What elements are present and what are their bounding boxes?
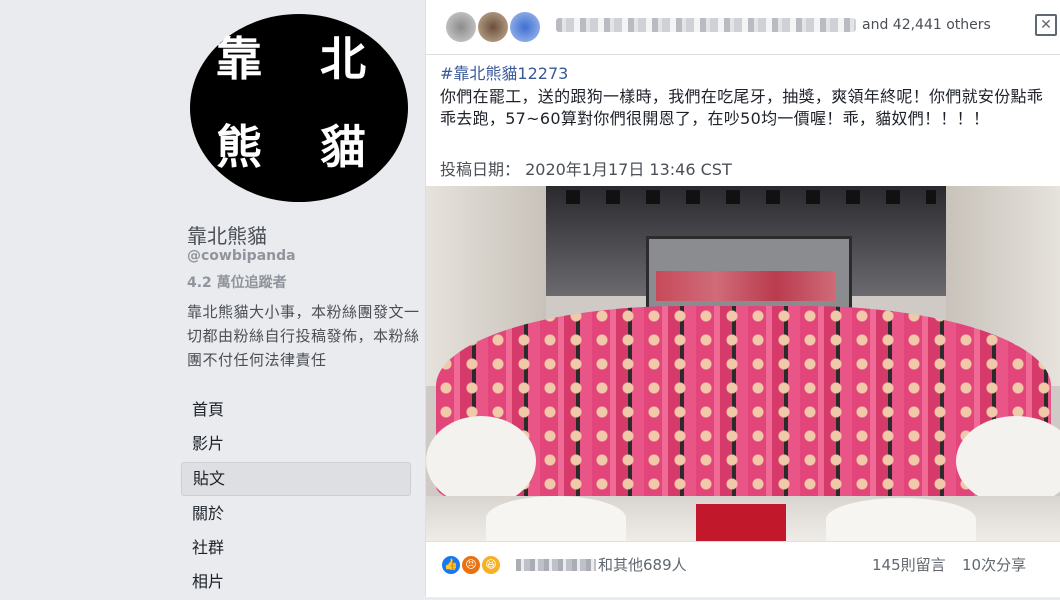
nav-item-photos[interactable]: 相片 — [181, 566, 411, 598]
follower-count: 4.2 萬位追蹤者 — [187, 275, 287, 291]
nav-item-community[interactable]: 社群 — [181, 532, 411, 564]
likers-others[interactable]: and 42,441 others — [862, 17, 991, 33]
nav-item-about[interactable]: 關於 — [181, 498, 411, 530]
reactor-names-blurred[interactable] — [516, 559, 596, 571]
table-front-right — [826, 498, 976, 541]
page-sidebar: 靠 北 熊 貓 靠北熊貓 @cowbipanda 4.2 萬位追蹤者 靠北熊貓大… — [0, 0, 425, 596]
avatar-char: 北 — [320, 32, 366, 86]
avatar-char: 貓 — [320, 120, 366, 174]
angry-icon[interactable]: 😠 — [460, 554, 482, 576]
reactions-count[interactable]: 和其他689人 — [598, 554, 687, 575]
nav-item-videos[interactable]: 影片 — [181, 428, 411, 460]
close-icon[interactable]: ✕ — [1035, 14, 1057, 36]
page-title[interactable]: 靠北熊貓 — [187, 220, 267, 249]
stage-lights — [566, 190, 936, 204]
post-hashtag[interactable]: #靠北熊貓12273 — [440, 60, 568, 84]
liker-names-blurred[interactable] — [556, 18, 856, 32]
haha-icon[interactable]: 😆 — [480, 554, 502, 576]
page-description: 靠北熊貓大小事，本粉絲團發文一切都由粉絲自行投稿發佈，本粉絲團不付任何法律責任 — [187, 303, 420, 369]
post-date: 投稿日期： 2020年1月17日 13:46 CST — [440, 160, 732, 179]
table-front-left — [486, 496, 626, 541]
comments-count[interactable]: 145則留言 — [872, 554, 946, 575]
nav-item-home[interactable]: 首頁 — [181, 394, 411, 426]
post-footer: 👍 😠 😆 和其他689人 145則留言 10次分享 — [426, 541, 1060, 597]
page-handle[interactable]: @cowbipanda — [187, 248, 296, 264]
avatar-char: 熊 — [216, 120, 262, 174]
page-avatar[interactable]: 靠 北 熊 貓 — [190, 14, 408, 202]
liker-avatar[interactable] — [446, 12, 476, 42]
liker-avatar[interactable] — [478, 12, 508, 42]
liker-avatar[interactable] — [510, 12, 540, 42]
avatar-char: 靠 — [216, 32, 262, 86]
like-icon[interactable]: 👍 — [440, 554, 462, 576]
red-carpet — [696, 504, 786, 541]
table-left — [426, 416, 536, 506]
shares-count[interactable]: 10次分享 — [962, 554, 1026, 575]
page-nav: 首頁 影片 貼文 關於 社群 相片 — [181, 394, 411, 600]
post-body: 你們在罷工，送的跟狗一樣時，我們在吃尾牙，抽獎，爽領年終呢！你們就安份點乖乖去跑… — [440, 87, 1044, 128]
likers-bar: and 42,441 others ✕ — [426, 0, 1060, 55]
post-photo[interactable] — [426, 186, 1060, 541]
post-card: and 42,441 others ✕ #靠北熊貓12273 你們在罷工，送的跟… — [425, 0, 1060, 597]
nav-item-posts[interactable]: 貼文 — [181, 462, 411, 496]
screen-crowd — [656, 271, 836, 301]
